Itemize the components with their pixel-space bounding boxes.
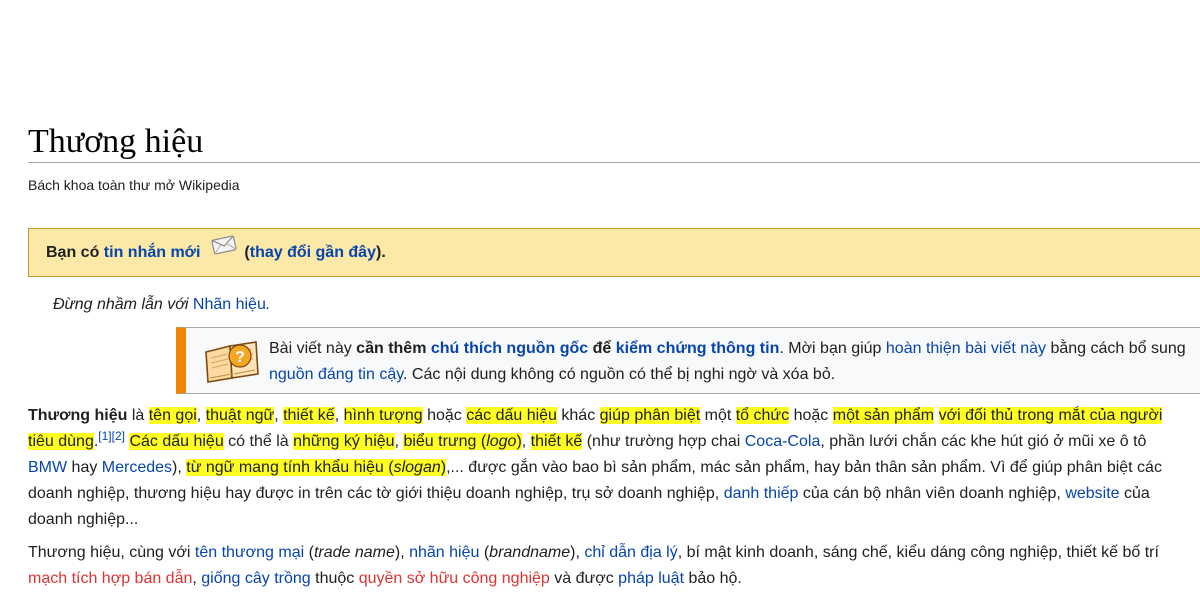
highlight: những ký hiệu bbox=[293, 433, 395, 450]
hatnote-end: . bbox=[265, 296, 271, 313]
text: , bbox=[521, 433, 531, 450]
text: và được bbox=[549, 570, 619, 587]
text: , bbox=[334, 407, 344, 424]
svg-text:?: ? bbox=[235, 349, 245, 366]
highlight: giúp phân biệt bbox=[599, 407, 701, 424]
text: ), bbox=[394, 544, 410, 561]
banner-prefix: Bạn có bbox=[46, 244, 100, 261]
plant-variety-link[interactable]: giống cây trồng bbox=[201, 570, 310, 587]
text: hay bbox=[67, 459, 102, 476]
new-messages-link[interactable]: tin nhắn mới bbox=[104, 244, 201, 261]
text: là bbox=[127, 407, 149, 424]
highlight: các dấu hiệu bbox=[466, 407, 557, 424]
title-divider bbox=[28, 162, 1200, 163]
text: có thể là bbox=[223, 433, 294, 450]
citation-needed-box: ? Bài viết này cần thêm chú thích nguồn … bbox=[176, 327, 1200, 394]
improve-article-link[interactable]: hoàn thiện bài viết này bbox=[886, 340, 1046, 357]
industrial-property-link[interactable]: quyền sở hữu công nghiệp bbox=[359, 570, 550, 587]
box-bold-1: cần thêm bbox=[356, 340, 427, 357]
text: , bbox=[196, 407, 206, 424]
text: hoặc bbox=[422, 407, 467, 424]
hatnote-text: Đừng nhầm lẫn với bbox=[53, 296, 189, 313]
text: doanh nghiệp, thương hiệu hay được in tr… bbox=[28, 485, 724, 502]
geo-indication-link[interactable]: chỉ dẫn địa lý bbox=[584, 544, 677, 561]
reliable-sources-link[interactable]: nguồn đáng tin cậy bbox=[269, 366, 403, 383]
mercedes-link[interactable]: Mercedes bbox=[102, 459, 172, 476]
highlight: một sản phẩm bbox=[832, 407, 935, 424]
text: doanh nghiệp... bbox=[28, 511, 139, 528]
text: từ ngữ mang tính khẩu hiệu ( bbox=[186, 459, 394, 476]
verifiability-link[interactable]: kiểm chứng thông tin bbox=[616, 340, 780, 357]
highlight: Các dấu hiệu bbox=[129, 433, 224, 450]
highlight: thuật ngữ bbox=[205, 407, 275, 424]
article-page: Thương hiệu Bách khoa toàn thư mở Wikipe… bbox=[0, 0, 1200, 601]
highlight: tổ chức bbox=[735, 407, 790, 424]
text: , bbox=[274, 407, 284, 424]
envelope-icon bbox=[211, 227, 237, 274]
box-text-1: Bài viết này bbox=[269, 340, 352, 357]
box-bold-text: cần thêm chú thích nguồn gốc để kiểm chứ… bbox=[356, 340, 779, 357]
text: biểu trưng ( bbox=[403, 433, 487, 450]
citation-link[interactable]: chú thích nguồn gốc bbox=[431, 340, 588, 357]
highlight: với đối thủ trong mắt của người bbox=[938, 407, 1163, 424]
second-paragraph: Thương hiệu, cùng với tên thương mại (tr… bbox=[28, 540, 1200, 592]
law-link[interactable]: pháp luật bbox=[618, 570, 684, 587]
website-link[interactable]: website bbox=[1065, 485, 1119, 502]
italic-text: slogan bbox=[393, 459, 441, 476]
recent-changes-link[interactable]: thay đổi gần đây bbox=[250, 244, 376, 261]
italic-text: trade name bbox=[313, 544, 395, 561]
italic-text: logo bbox=[486, 433, 517, 450]
open-book-question-icon: ? bbox=[202, 338, 262, 384]
site-tagline: Bách khoa toàn thư mở Wikipedia bbox=[28, 177, 240, 193]
new-message-banner: Bạn có tin nhắn mới (thay đổi gần đây). bbox=[28, 228, 1200, 277]
highlight: thiết kế bbox=[283, 407, 335, 424]
italic-text: brandname bbox=[489, 544, 571, 561]
intro-paragraph: Thương hiệu là tên gọi, thuật ngữ, thiết… bbox=[28, 403, 1200, 533]
highlight: tiêu dùng bbox=[28, 433, 94, 450]
reference-marker[interactable]: [1][2] bbox=[98, 429, 125, 443]
business-card-link[interactable]: danh thiếp bbox=[724, 485, 799, 502]
brandname-link[interactable]: nhãn hiệu bbox=[409, 544, 479, 561]
text: khác bbox=[556, 407, 600, 424]
trade-name-link[interactable]: tên thương mại bbox=[195, 544, 304, 561]
highlight: hình tượng bbox=[343, 407, 423, 424]
term-bold: Thương hiệu bbox=[28, 407, 128, 424]
coca-cola-link[interactable]: Coca-Cola bbox=[745, 433, 821, 450]
text bbox=[934, 407, 938, 424]
bmw-link[interactable]: BMW bbox=[28, 459, 67, 476]
highlight: từ ngữ mang tính khẩu hiệu (slogan) bbox=[186, 459, 447, 476]
text: của bbox=[1119, 485, 1150, 502]
text: hoặc bbox=[789, 407, 833, 424]
box-text-2: . Mời bạn giúp bbox=[779, 340, 882, 357]
hatnote: Đừng nhầm lẫn với Nhãn hiệu. bbox=[53, 296, 270, 314]
text: ( bbox=[479, 544, 490, 561]
text: ), bbox=[172, 459, 187, 476]
box-text-4: . Các nội dung không có nguồn có thể bị … bbox=[403, 366, 836, 383]
page-title: Thương hiệu bbox=[28, 123, 204, 160]
text: ( bbox=[304, 544, 314, 561]
text: , bí mật kinh doanh, sáng chế, kiểu dáng… bbox=[677, 544, 1159, 561]
text: Thương hiệu, cùng với bbox=[28, 544, 195, 561]
highlight: biểu trưng (logo) bbox=[403, 433, 522, 450]
hatnote-link[interactable]: Nhãn hiệu bbox=[193, 296, 266, 313]
box-text-3: bằng cách bổ sung bbox=[1050, 340, 1186, 357]
citation-box-text: Bài viết này cần thêm chú thích nguồn gố… bbox=[269, 336, 1186, 388]
banner-paren-close: ). bbox=[375, 244, 386, 261]
text: thuộc bbox=[310, 570, 359, 587]
highlight: tên gọi bbox=[148, 407, 197, 424]
text: ), bbox=[570, 544, 585, 561]
highlight: thiết kế bbox=[530, 433, 583, 450]
text: bảo hộ. bbox=[684, 570, 742, 587]
text: ,... được gắn vào bao bì sản phẩm, mác s… bbox=[446, 459, 1162, 476]
ic-layout-link[interactable]: mạch tích hợp bán dẫn bbox=[28, 570, 192, 587]
text: một bbox=[700, 407, 736, 424]
text: (như trường hợp chai bbox=[582, 433, 745, 450]
text: , bbox=[192, 570, 202, 587]
box-bold-2: để bbox=[592, 340, 612, 357]
text: , phần lưới chắn các khe hút gió ở mũi x… bbox=[820, 433, 1147, 450]
text: của cán bộ nhân viên doanh nghiệp, bbox=[798, 485, 1066, 502]
reference-link[interactable]: [1][2] bbox=[98, 429, 125, 443]
